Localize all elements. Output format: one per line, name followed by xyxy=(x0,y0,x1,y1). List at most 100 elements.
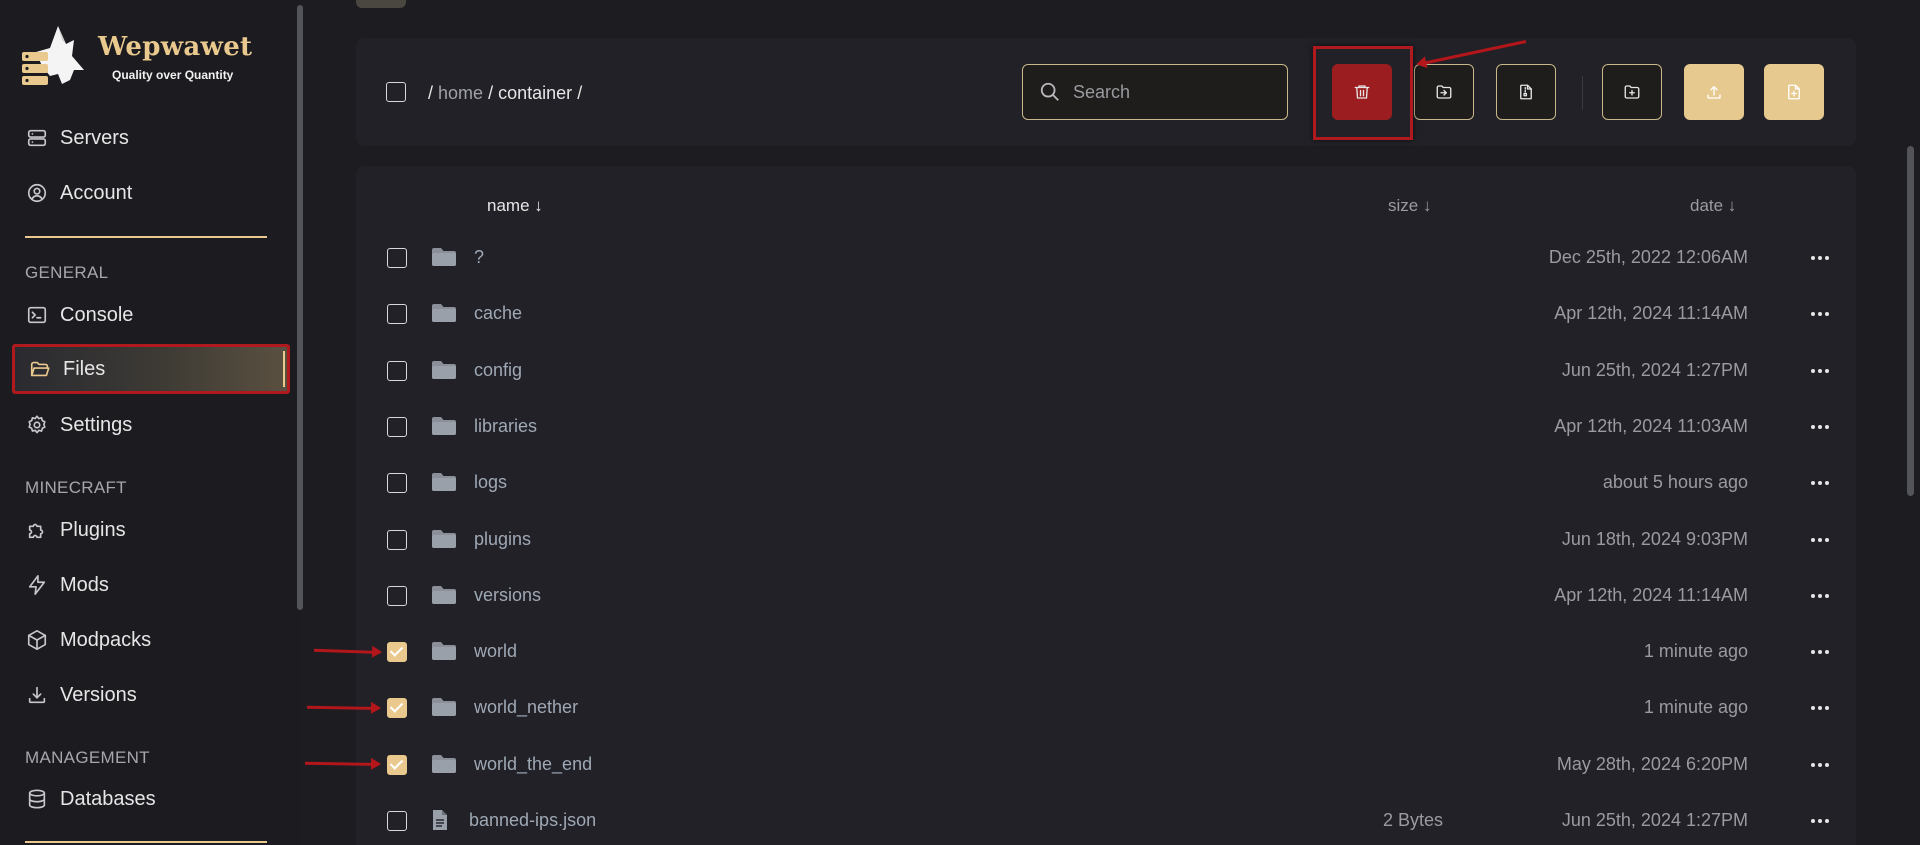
file-name[interactable]: logs xyxy=(474,472,507,493)
brand-tagline: Quality over Quantity xyxy=(112,68,234,82)
sidebar-item-label: Databases xyxy=(60,787,156,810)
brand[interactable]: Wepwawet Quality over Quantity xyxy=(22,22,282,92)
table-row[interactable]: plugins Jun 18th, 2024 9:03PM xyxy=(356,512,1856,568)
table-row[interactable]: logs about 5 hours ago xyxy=(356,455,1856,511)
file-date: Apr 12th, 2024 11:03AM xyxy=(1554,415,1748,436)
row-checkbox[interactable] xyxy=(387,811,407,831)
breadcrumb: / home / container / xyxy=(428,83,582,104)
more-options-button[interactable] xyxy=(1806,302,1834,326)
file-name[interactable]: plugins xyxy=(474,529,531,550)
file-date: 1 minute ago xyxy=(1643,697,1748,718)
sidebar-item-settings[interactable]: Settings xyxy=(12,400,290,450)
more-options-button[interactable] xyxy=(1806,471,1834,495)
table-row[interactable]: config Jun 25th, 2024 1:27PM xyxy=(356,343,1856,399)
dot xyxy=(1811,762,1815,767)
file-name[interactable]: config xyxy=(474,360,522,381)
sidebar-item-console[interactable]: Console xyxy=(12,290,290,340)
row-checkbox[interactable] xyxy=(387,248,407,268)
table-row[interactable]: world_nether 1 minute ago xyxy=(356,680,1856,736)
sidebar-item-label: Files xyxy=(63,357,106,380)
row-checkbox[interactable] xyxy=(387,754,407,775)
column-header-date[interactable]: date ↓ xyxy=(1690,196,1736,216)
folder-icon xyxy=(432,248,456,266)
sidebar-item-files[interactable]: Files xyxy=(12,344,290,394)
file-name[interactable]: versions xyxy=(474,585,541,606)
table-row[interactable]: world 1 minute ago xyxy=(356,624,1856,680)
file-name[interactable]: libraries xyxy=(474,416,537,437)
sidebar-item-mods[interactable]: Mods xyxy=(12,560,290,610)
sidebar-item-account[interactable]: Account xyxy=(12,168,290,218)
search-input[interactable] xyxy=(1073,81,1263,103)
more-options-button[interactable] xyxy=(1806,640,1834,664)
table-row[interactable]: world_the_end May 28th, 2024 6:20PM xyxy=(356,737,1856,793)
more-options-button[interactable] xyxy=(1806,809,1834,833)
file-date: Apr 12th, 2024 11:14AM xyxy=(1554,303,1748,324)
sidebar-item-versions[interactable]: Versions xyxy=(12,670,290,720)
more-options-button[interactable] xyxy=(1806,415,1834,439)
table-row[interactable]: ? Dec 25th, 2022 12:06AM xyxy=(356,230,1856,286)
sidebar-scrollbar[interactable] xyxy=(297,5,303,610)
breadcrumb-separator: / xyxy=(428,83,434,103)
more-options-button[interactable] xyxy=(1806,753,1834,777)
section-label-minecraft: MINECRAFT xyxy=(25,478,127,497)
sidebar-item-servers[interactable]: Servers xyxy=(12,113,290,163)
more-options-button[interactable] xyxy=(1806,696,1834,720)
file-name[interactable]: cache xyxy=(474,303,522,324)
dot xyxy=(1825,424,1829,429)
file-name[interactable]: banned-ips.json xyxy=(469,810,596,831)
more-options-button[interactable] xyxy=(1806,359,1834,383)
new-folder-button[interactable] xyxy=(1602,64,1662,120)
more-options-button[interactable] xyxy=(1806,246,1834,270)
new-file-button[interactable] xyxy=(1764,64,1824,120)
row-checkbox[interactable] xyxy=(387,698,407,719)
breadcrumb-home[interactable]: home xyxy=(438,83,483,103)
dot xyxy=(1818,312,1822,317)
table-row[interactable]: versions Apr 12th, 2024 11:14AM xyxy=(356,568,1856,624)
dot xyxy=(1825,762,1829,767)
dot xyxy=(1825,819,1829,823)
file-name[interactable]: world_nether xyxy=(474,697,578,718)
more-options-button[interactable] xyxy=(1806,584,1834,608)
upload-button[interactable] xyxy=(1684,64,1744,120)
column-header-name[interactable]: name ↓ xyxy=(487,196,543,216)
dot xyxy=(1818,819,1822,823)
folder-open-icon xyxy=(30,361,50,377)
row-checkbox[interactable] xyxy=(387,304,407,325)
table-row[interactable]: libraries Apr 12th, 2024 11:03AM xyxy=(356,399,1856,455)
row-checkbox[interactable] xyxy=(387,529,407,550)
sidebar-divider-bottom xyxy=(25,841,267,843)
row-checkbox[interactable] xyxy=(387,416,407,437)
row-checkbox[interactable] xyxy=(387,585,407,606)
select-all-checkbox[interactable] xyxy=(386,82,406,102)
table-row[interactable]: cache Apr 12th, 2024 11:14AM xyxy=(356,286,1856,342)
brand-name: Wepwawet xyxy=(98,32,253,62)
delete-highlight-box xyxy=(1313,46,1413,140)
more-options-button[interactable] xyxy=(1806,528,1834,552)
sidebar-item-label: Servers xyxy=(60,126,129,149)
sidebar-item-label: Console xyxy=(60,303,134,326)
file-name[interactable]: world_the_end xyxy=(474,754,592,775)
folder-icon xyxy=(432,360,456,379)
sidebar-item-plugins[interactable]: Plugins xyxy=(12,505,290,555)
top-button-stub xyxy=(356,0,406,8)
dot xyxy=(1811,819,1815,823)
row-checkbox[interactable] xyxy=(387,473,407,494)
column-header-size[interactable]: size ↓ xyxy=(1388,196,1431,216)
table-row[interactable]: banned-ips.json 2 Bytes Jun 25th, 2024 1:2… xyxy=(356,793,1856,845)
dot xyxy=(1818,762,1822,767)
section-label-management: MANAGEMENT xyxy=(25,748,150,767)
wolf-logo-icon xyxy=(22,26,84,85)
sidebar-item-modpacks[interactable]: Modpacks xyxy=(12,615,290,665)
sidebar-item-databases[interactable]: Databases xyxy=(12,774,290,824)
row-checkbox[interactable] xyxy=(387,360,407,381)
file-date: Jun 25th, 2024 1:27PM xyxy=(1561,359,1748,380)
dot xyxy=(1818,256,1822,260)
row-checkbox[interactable] xyxy=(387,642,407,663)
search-box[interactable] xyxy=(1022,64,1288,120)
archive-button[interactable] xyxy=(1496,64,1556,120)
file-name[interactable]: world xyxy=(474,641,517,662)
move-button[interactable] xyxy=(1414,64,1474,120)
file-name[interactable]: ? xyxy=(474,247,484,268)
server-icon xyxy=(27,129,47,147)
main-scrollbar[interactable] xyxy=(1907,146,1914,496)
